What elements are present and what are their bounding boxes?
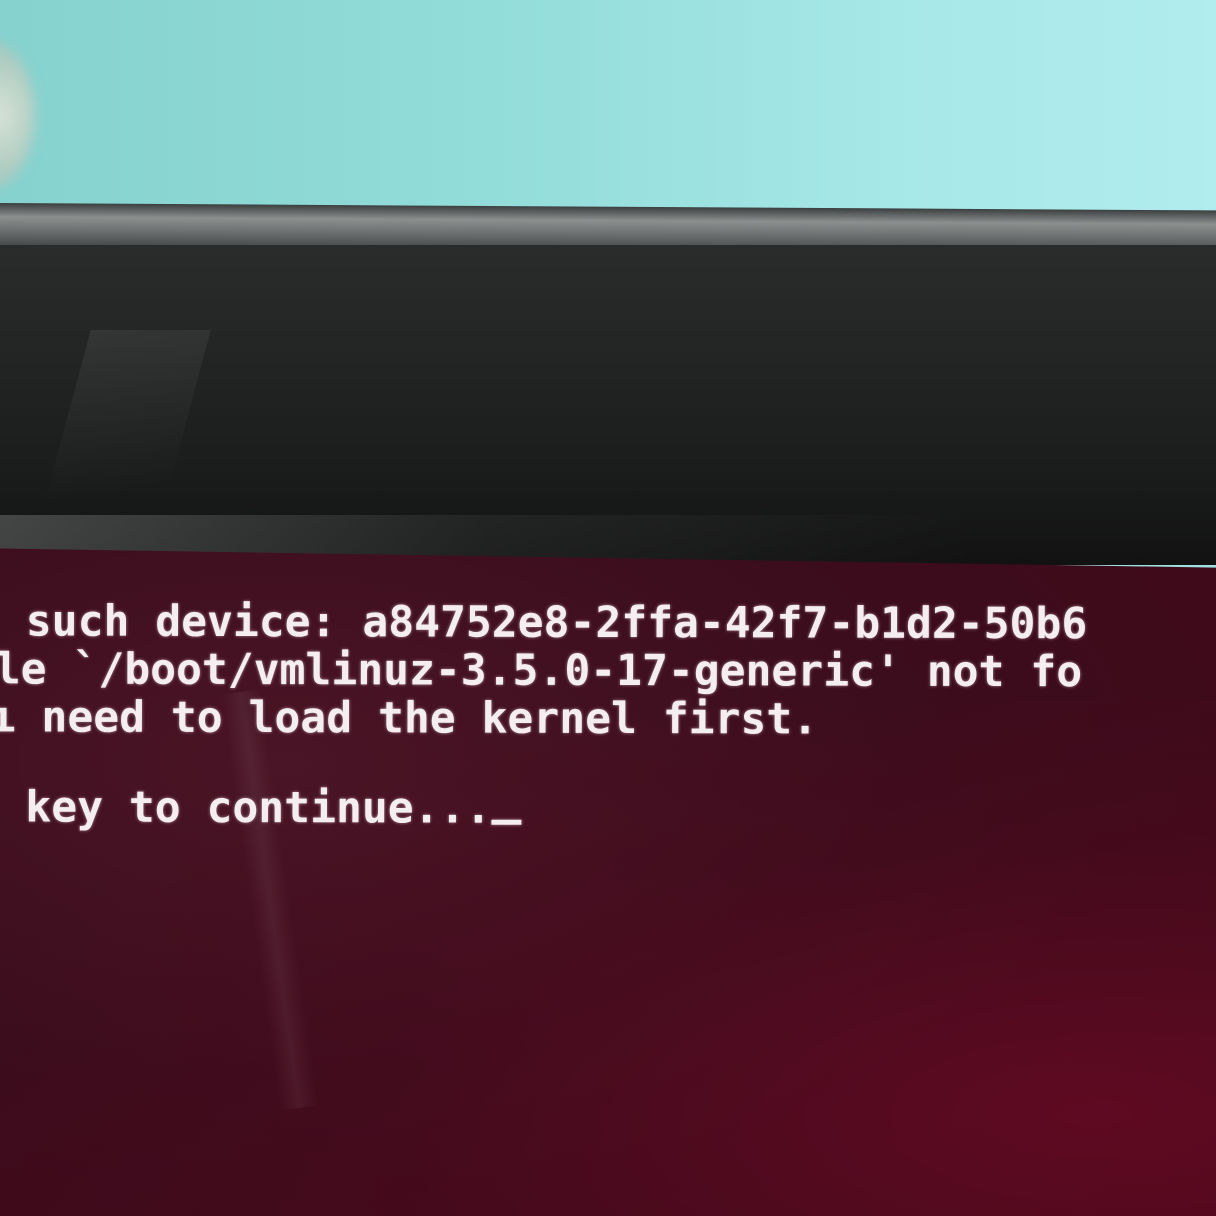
press-key-prompt-text: key to continue... (0, 782, 492, 834)
error-line-no-such-device: such device: a84752e8-2ffa-42f7-b1d2-50b… (0, 596, 1088, 650)
terminal-output: such device: a84752e8-2ffa-42f7-b1d2-50b… (0, 596, 1216, 833)
screen-red-tint (0, 700, 1216, 1216)
error-line-file-not-found: le `/boot/vmlinuz-3.5.0-17-generic' not … (0, 644, 1083, 698)
press-key-prompt[interactable]: key to continue... (0, 782, 522, 834)
error-line-load-kernel: ı need to load the kernel first. (0, 692, 819, 745)
photo-scene: such device: a84752e8-2ffa-42f7-b1d2-50b… (0, 0, 1216, 1216)
text-cursor (491, 819, 522, 825)
wall-background (0, 0, 1216, 215)
